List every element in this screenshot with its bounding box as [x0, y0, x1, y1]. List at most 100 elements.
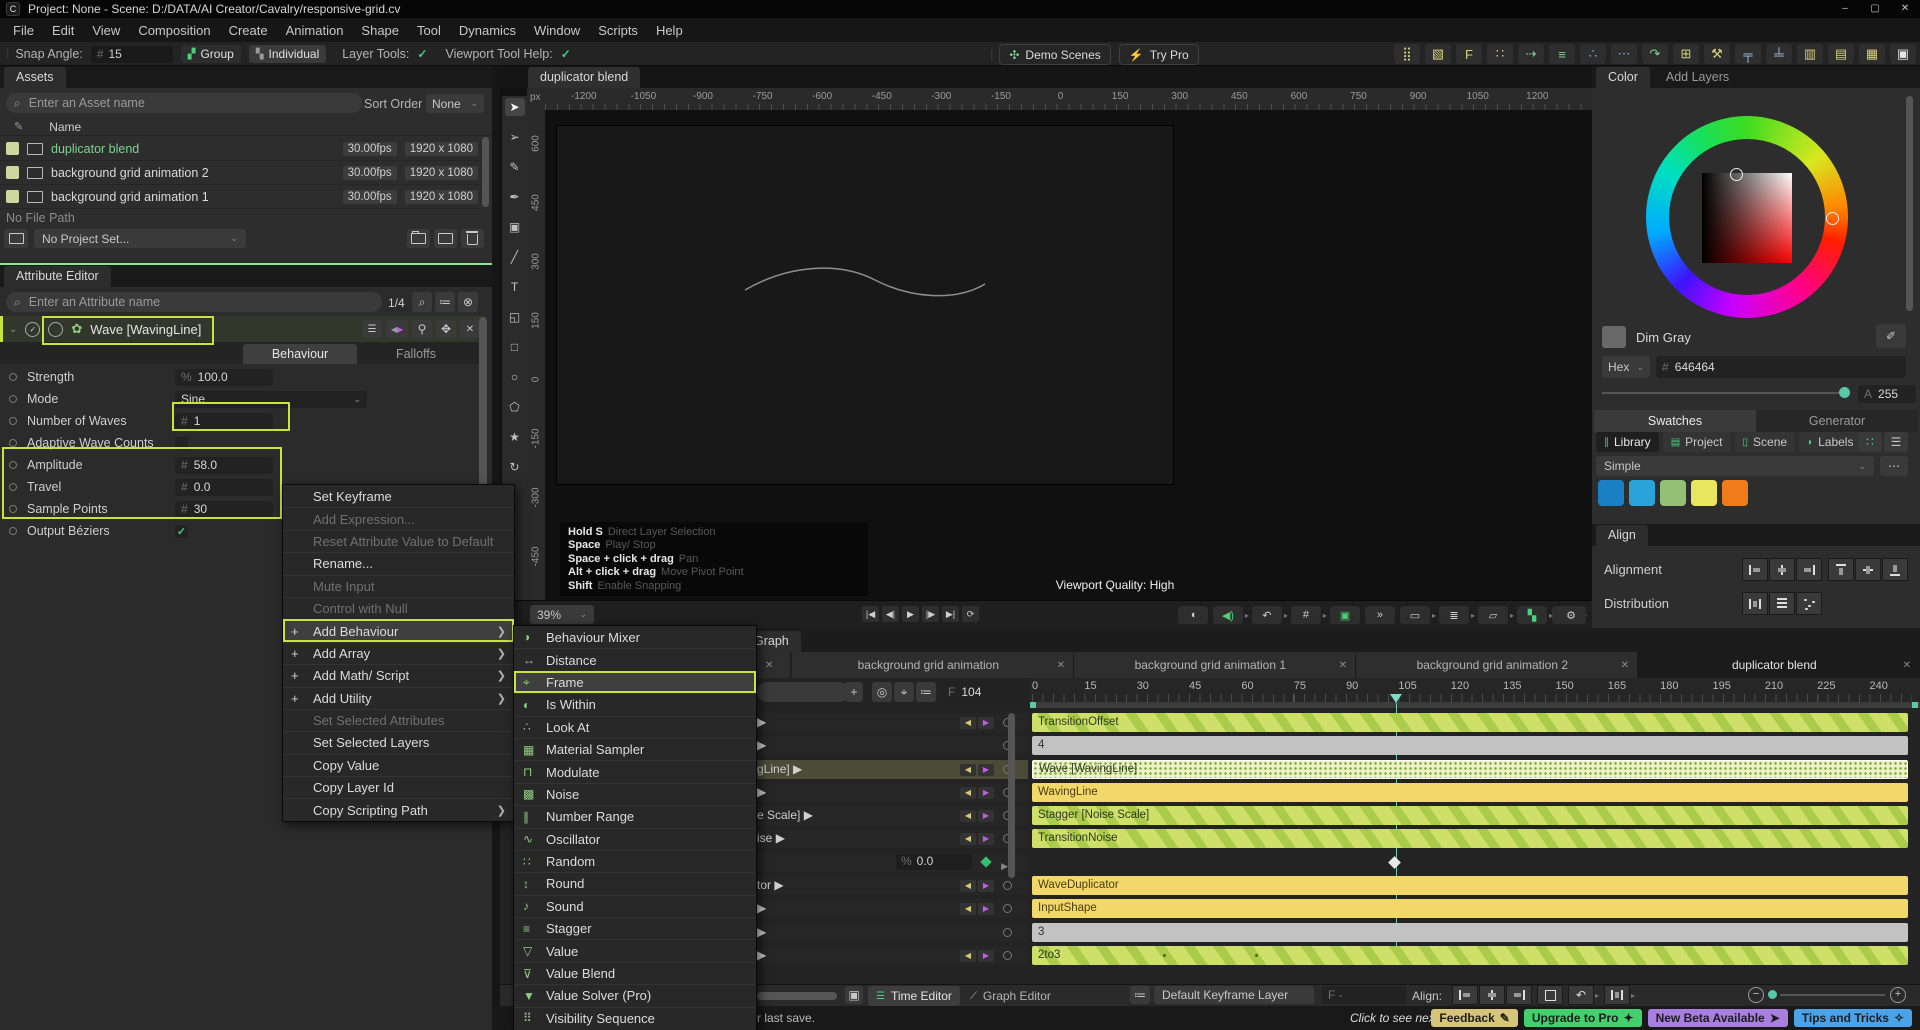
scene-tab[interactable]: background grid animation✕ [792, 652, 1074, 678]
viewport-control-button[interactable]: ◀) [1213, 606, 1243, 624]
travel-field[interactable]: #0.0 [175, 479, 273, 496]
submenu-item[interactable]: ◑ Behaviour Mixer [514, 626, 756, 648]
kf-align-center-button[interactable] [1479, 985, 1505, 1005]
timeline-track-bar[interactable]: WaveDuplicator [1032, 876, 1908, 895]
tab-generator[interactable]: Generator [1756, 410, 1918, 432]
playback-button[interactable]: ◀| [882, 606, 899, 622]
submenu-item[interactable]: ⠿ Visibility Sequence [514, 1007, 756, 1029]
submenu-item[interactable]: ≡ Stagger [514, 917, 756, 939]
time-editor-button[interactable]: ☰ Time Editor [868, 986, 960, 1006]
caret-right-icon[interactable]: ▶ [757, 925, 766, 939]
context-menu-item[interactable]: + Copy Layer Id ❯ [283, 776, 514, 798]
align-bottom-button[interactable] [1882, 558, 1908, 581]
tab-swatches[interactable]: Swatches [1594, 410, 1756, 432]
submenu-item[interactable]: ∴ Look At [514, 716, 756, 738]
output-connection-icon[interactable]: ▶ [978, 880, 994, 892]
timeline-ruler[interactable]: 0153045607590105120135150165180195210225… [1030, 678, 1920, 708]
demo-scenes-button[interactable]: ✣ Demo Scenes [999, 44, 1110, 65]
input-connection-icon[interactable]: ◀ [960, 880, 976, 892]
viewport-control-button[interactable]: ▣ [1330, 606, 1360, 624]
distribute-scatter-button[interactable] [1796, 592, 1822, 615]
connection-dot[interactable] [9, 417, 17, 425]
caret-right-icon[interactable]: ▶ [757, 948, 766, 962]
keyframe-circle-icon[interactable] [1003, 881, 1012, 890]
menu-item[interactable]: Tool [408, 23, 450, 38]
menu-item[interactable]: Dynamics [450, 23, 525, 38]
close-icon[interactable]: ✕ [1903, 660, 1911, 671]
swatch-options-button[interactable]: ⋯ [1880, 456, 1908, 476]
individual-button[interactable]: ▚ Individual [249, 45, 326, 63]
kf-ease-button[interactable]: ↶ [1568, 985, 1594, 1005]
submenu-item[interactable]: ◐ Is Within [514, 693, 756, 715]
connection-dot[interactable] [9, 439, 17, 447]
asset-search-input[interactable] [27, 95, 354, 111]
align-middle-v-button[interactable] [1855, 558, 1881, 581]
menu-item[interactable]: File [4, 23, 43, 38]
number-of-waves-field[interactable]: #1 [175, 413, 273, 430]
menu-item[interactable]: Animation [277, 23, 353, 38]
swatch-set-dropdown[interactable]: Simple⌄ [1596, 456, 1874, 476]
menu-item[interactable]: Window [525, 23, 589, 38]
asset-color-swatch[interactable] [6, 190, 19, 203]
timeline-track-bar[interactable]: 4 [1032, 736, 1908, 755]
color-swatch[interactable] [1691, 480, 1717, 506]
input-connection-icon[interactable]: ◀ [960, 903, 976, 915]
layer-filter-input[interactable] [765, 684, 841, 700]
alpha-slider-handle[interactable] [1839, 387, 1850, 398]
connection-dot[interactable] [9, 527, 17, 535]
caret-right-icon[interactable]: ▸ [1471, 611, 1475, 620]
eyedropper-button[interactable]: ✐ [1876, 324, 1906, 348]
asset-color-swatch[interactable] [6, 142, 19, 155]
submenu-item[interactable]: ▼ Value Solver (Pro) [514, 984, 756, 1006]
context-menu-item[interactable]: + Mute Input ❯ [283, 575, 514, 597]
context-menu-item[interactable]: + Add Math/ Script ❯ [283, 664, 514, 686]
align-top-button[interactable] [1828, 558, 1854, 581]
scene-tab[interactable]: background grid animation 2✕ [1356, 652, 1638, 678]
context-menu-item[interactable]: + Add Array ❯ [283, 642, 514, 664]
mode-dropdown[interactable]: Sine⌄ [175, 391, 367, 408]
menu-item[interactable]: View [83, 23, 129, 38]
input-connection-icon[interactable]: ◀ [960, 787, 976, 799]
input-connection-icon[interactable]: ◀ [960, 717, 976, 729]
visible-range-bar[interactable] [1030, 702, 1920, 708]
viewport-control-button[interactable]: # [1291, 606, 1321, 624]
saturation-value-square[interactable] [1702, 173, 1792, 263]
connection-dot[interactable] [9, 395, 17, 403]
timeline-layer-row[interactable]: ◀ ▶ ▶ [755, 713, 1028, 732]
keyframe-layer-dropdown[interactable]: Default Keyframe Layer [1154, 986, 1314, 1004]
submenu-item[interactable]: ∿ Oscillator [514, 828, 756, 850]
sv-selector[interactable] [1730, 168, 1743, 181]
viewport-control-button[interactable]: ▭ [1400, 606, 1430, 624]
output-connection-icon[interactable]: ▶ [978, 787, 994, 799]
toolbar-icon-button[interactable]: ≡ [1549, 44, 1575, 64]
input-connection-icon[interactable]: ◀ [960, 810, 976, 822]
window-control-button[interactable]: ✕ [1890, 0, 1920, 18]
tab-falloffs[interactable]: Falloffs [360, 344, 472, 364]
caret-right-icon[interactable]: ▸ [1595, 991, 1599, 1000]
color-mode-dropdown[interactable]: Hex⌄ [1602, 356, 1650, 378]
playback-button[interactable]: |▶ [922, 606, 939, 622]
playback-button[interactable]: |◀ [862, 606, 879, 622]
viewport-tool-help-checkbox[interactable]: ✓ [561, 47, 571, 61]
sort-order-dropdown[interactable]: None⌄ [426, 94, 484, 113]
scene-tab-partial[interactable]: ✕ [757, 652, 791, 678]
value-field[interactable]: %0.0 [896, 854, 972, 870]
editor-mode-icon-button[interactable]: ▣ [845, 986, 863, 1004]
caret-right-icon[interactable]: ▸ [1549, 611, 1553, 620]
toolbar-icon-button[interactable]: ∴ [1580, 44, 1606, 64]
new-composition-button[interactable] [434, 229, 457, 248]
align-right-button[interactable] [1796, 558, 1822, 581]
kf-distribute-button[interactable] [1604, 985, 1630, 1005]
viewport-control-button[interactable]: ⚙ [1556, 606, 1586, 624]
timeline-track-bar[interactable]: TransitionNoise [1032, 829, 1908, 848]
context-menu-item[interactable]: + Control with Null ❯ [283, 597, 514, 619]
close-icon[interactable]: ✕ [1339, 660, 1347, 671]
timeline-layer-row[interactable]: ◀ ▶ ▶ [755, 946, 1028, 965]
pin-icon[interactable]: ⚲ [412, 320, 432, 338]
viewport-tool-button[interactable]: ▣ [505, 218, 525, 236]
timeline-track-bar[interactable]: 2to3 [1032, 946, 1908, 965]
toolbar-icon-button[interactable]: ⚒ [1704, 44, 1730, 64]
viewport-tool-button[interactable]: T [505, 278, 525, 296]
group-button[interactable]: ▞ Group [181, 45, 241, 63]
submenu-item[interactable]: ↔ Distance [514, 648, 756, 670]
